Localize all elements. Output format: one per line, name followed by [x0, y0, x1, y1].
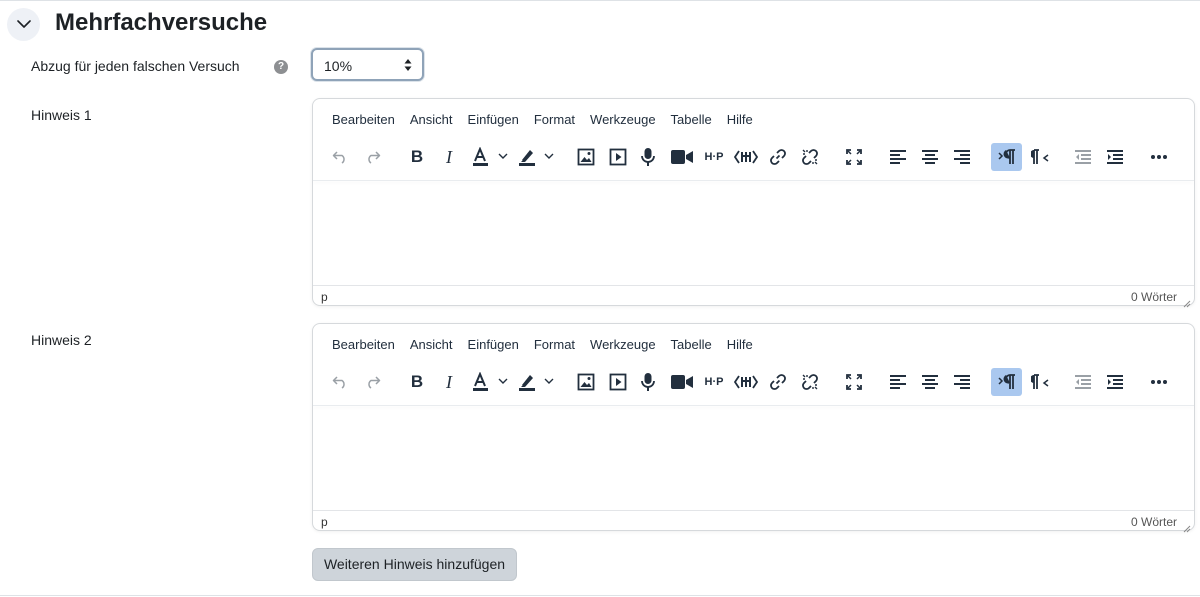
text-color-icon[interactable] [470, 143, 512, 171]
text-color-icon[interactable] [470, 368, 512, 396]
penalty-label: Abzug für jeden falschen Versuch [31, 58, 240, 74]
add-hint-button[interactable]: Weiteren Hinweis hinzufügen [312, 548, 517, 581]
menu-bearbeiten[interactable]: Bearbeiten [332, 337, 395, 357]
word-count[interactable]: 0 Wörter [1131, 515, 1177, 529]
image-icon[interactable] [576, 143, 596, 171]
outdent-icon[interactable] [1073, 368, 1093, 396]
chevron-down-icon [16, 16, 31, 34]
editor-statusbar: p 0 Wörter [313, 285, 1194, 308]
redo-icon[interactable] [363, 368, 383, 396]
undo-icon[interactable] [330, 368, 350, 396]
italic-icon[interactable]: I [439, 143, 459, 171]
link-icon[interactable] [768, 143, 788, 171]
editor-menubar: Bearbeiten Ansicht Einfügen Format Werkz… [313, 112, 753, 132]
editor-menubar: Bearbeiten Ansicht Einfügen Format Werkz… [313, 337, 753, 357]
highlight-color-icon[interactable] [516, 143, 558, 171]
media-icon[interactable] [608, 368, 628, 396]
bold-icon[interactable]: B [407, 143, 427, 171]
highlight-color-icon[interactable] [516, 368, 558, 396]
align-center-icon[interactable] [920, 143, 940, 171]
resize-handle-icon[interactable] [1182, 520, 1191, 533]
image-icon[interactable] [576, 368, 596, 396]
undo-icon[interactable] [330, 143, 350, 171]
resize-handle-icon[interactable] [1182, 295, 1191, 308]
fullscreen-icon[interactable] [844, 143, 864, 171]
more-icon[interactable] [1148, 368, 1170, 396]
ltr-icon[interactable] [991, 143, 1022, 171]
menu-tabelle[interactable]: Tabelle [671, 337, 712, 357]
unlink-icon[interactable] [800, 143, 820, 171]
menu-format[interactable]: Format [534, 112, 575, 132]
record-audio-icon[interactable] [638, 368, 658, 396]
record-video-icon[interactable] [670, 143, 694, 171]
fullscreen-icon[interactable] [844, 368, 864, 396]
editor-toolbar: B I H·P [313, 143, 1194, 173]
hint-1-editor: Bearbeiten Ansicht Einfügen Format Werkz… [312, 98, 1195, 308]
redo-icon[interactable] [363, 143, 383, 171]
rtl-icon[interactable] [1028, 368, 1052, 396]
more-icon[interactable] [1148, 143, 1170, 171]
menu-werkzeuge[interactable]: Werkzeuge [590, 337, 656, 357]
italic-icon[interactable]: I [439, 368, 459, 396]
top-divider [0, 0, 1200, 1]
html-editor-icon[interactable] [733, 143, 759, 171]
element-path[interactable]: p [321, 515, 328, 529]
menu-bearbeiten[interactable]: Bearbeiten [332, 112, 395, 132]
bottom-divider [0, 595, 1200, 596]
align-right-icon[interactable] [952, 368, 972, 396]
record-audio-icon[interactable] [638, 143, 658, 171]
section-title: Mehrfachversuche [55, 9, 268, 36]
indent-icon[interactable] [1105, 368, 1125, 396]
word-count[interactable]: 0 Wörter [1131, 290, 1177, 304]
menu-tabelle[interactable]: Tabelle [671, 112, 712, 132]
editor-content[interactable] [313, 181, 1194, 285]
html-editor-icon[interactable] [733, 368, 759, 396]
menu-werkzeuge[interactable]: Werkzeuge [590, 112, 656, 132]
h5p-icon[interactable]: H·P [701, 143, 727, 171]
penalty-select[interactable]: 10% [311, 48, 424, 81]
menu-hilfe[interactable]: Hilfe [727, 112, 753, 132]
menu-einfuegen[interactable]: Einfügen [468, 337, 519, 357]
menu-ansicht[interactable]: Ansicht [410, 337, 453, 357]
indent-icon[interactable] [1105, 143, 1125, 171]
menu-hilfe[interactable]: Hilfe [727, 337, 753, 357]
align-center-icon[interactable] [920, 368, 940, 396]
align-left-icon[interactable] [888, 143, 908, 171]
media-icon[interactable] [608, 143, 628, 171]
editor-toolbar: B I H·P [313, 368, 1194, 398]
unlink-icon[interactable] [800, 368, 820, 396]
hint-1-label: Hinweis 1 [31, 107, 92, 123]
hint-2-editor: Bearbeiten Ansicht Einfügen Format Werkz… [312, 323, 1195, 533]
align-left-icon[interactable] [888, 368, 908, 396]
outdent-icon[interactable] [1073, 143, 1093, 171]
rtl-icon[interactable] [1028, 143, 1052, 171]
menu-format[interactable]: Format [534, 337, 575, 357]
menu-ansicht[interactable]: Ansicht [410, 112, 453, 132]
penalty-select-value: 10% [324, 58, 353, 74]
ltr-icon[interactable] [991, 368, 1022, 396]
select-arrows-icon [404, 58, 412, 72]
hint-2-label: Hinweis 2 [31, 332, 92, 348]
section-collapse-toggle[interactable] [7, 8, 40, 41]
link-icon[interactable] [768, 368, 788, 396]
element-path[interactable]: p [321, 290, 328, 304]
question-icon[interactable]: ? [274, 60, 288, 74]
editor-statusbar: p 0 Wörter [313, 510, 1194, 533]
h5p-icon[interactable]: H·P [701, 368, 727, 396]
align-right-icon[interactable] [952, 143, 972, 171]
record-video-icon[interactable] [670, 368, 694, 396]
editor-content[interactable] [313, 406, 1194, 510]
menu-einfuegen[interactable]: Einfügen [468, 112, 519, 132]
bold-icon[interactable]: B [407, 368, 427, 396]
